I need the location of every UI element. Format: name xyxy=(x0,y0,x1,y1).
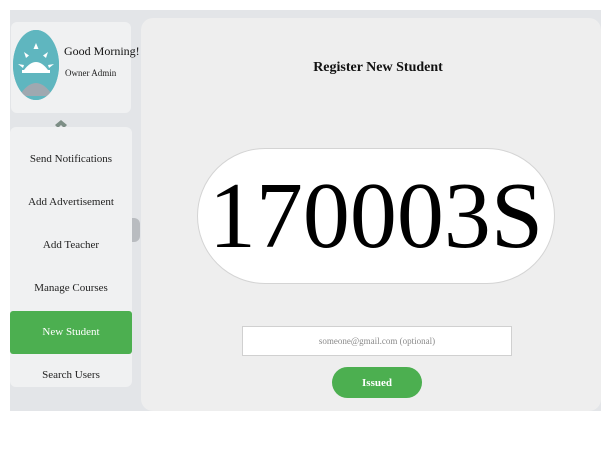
sidebar-item-manage-courses[interactable]: Manage Courses xyxy=(10,267,132,310)
main-panel: Register New Student 170003S Issued xyxy=(141,18,601,411)
sidebar-item-add-advertisement[interactable]: Add Advertisement xyxy=(10,181,132,224)
sidebar-item-new-student[interactable]: New Student xyxy=(10,311,132,354)
issue-button[interactable]: Issued xyxy=(332,367,422,398)
sidebar-item-search-users[interactable]: Search Users xyxy=(10,354,132,397)
sidebar-resize-handle[interactable] xyxy=(132,218,140,242)
page-title: Register New Student xyxy=(313,60,443,75)
sidebar-menu: Send Notifications Add Advertisement Add… xyxy=(10,127,132,387)
email-input[interactable] xyxy=(242,326,512,356)
sidebar-item-add-teacher[interactable]: Add Teacher xyxy=(10,224,132,267)
greeting-text: Good Morning! xyxy=(64,44,140,58)
app-window: Good Morning! Owner Admin Send Notificat… xyxy=(10,10,601,411)
student-id-display: 170003S xyxy=(197,148,555,284)
sunrise-icon xyxy=(13,30,59,100)
profile-card: Good Morning! Owner Admin xyxy=(11,22,140,113)
user-role: Owner Admin xyxy=(65,68,117,78)
sidebar-item-send-notifications[interactable]: Send Notifications xyxy=(10,138,132,181)
